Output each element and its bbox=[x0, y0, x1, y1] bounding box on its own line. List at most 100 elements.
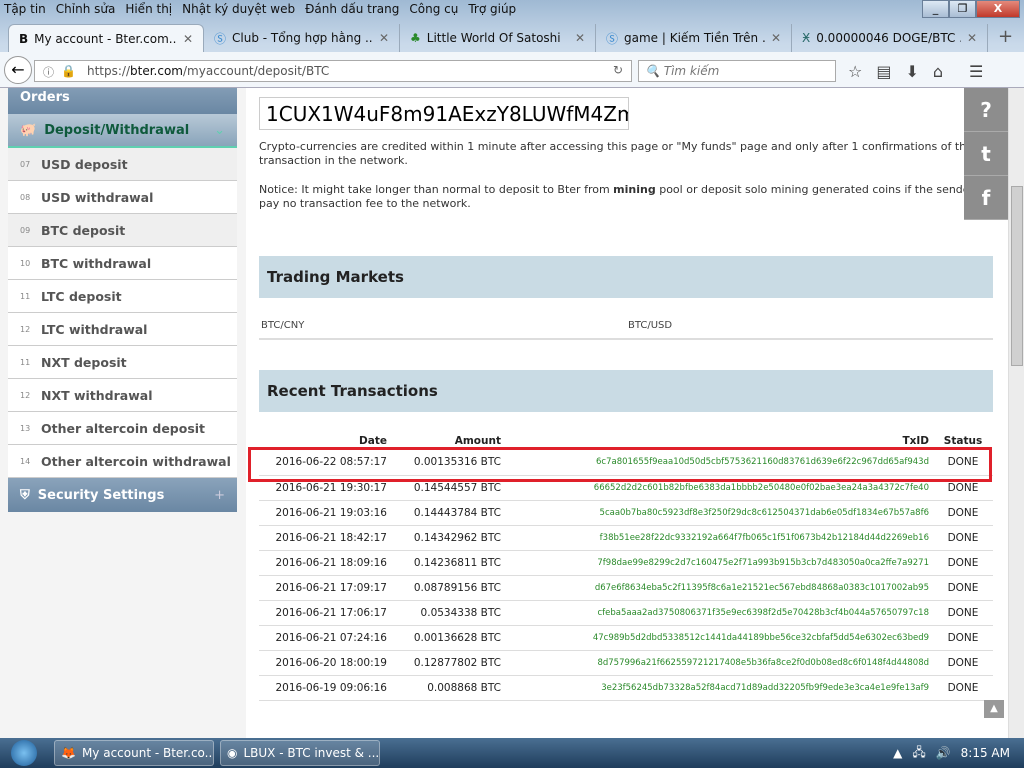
sidebar-item[interactable]: 14 Other altercoin withdrawal bbox=[8, 445, 237, 478]
close-tab-icon[interactable]: ✕ bbox=[575, 31, 585, 45]
chevron-down-icon: ⌄ bbox=[214, 122, 225, 138]
download-icon[interactable]: ⬇ bbox=[905, 62, 918, 81]
menu-edit[interactable]: Chỉnh sửa bbox=[56, 2, 116, 16]
toolbar-icons: ☆ ▤ ⬇ ⌂ ☰ bbox=[848, 62, 983, 81]
network-icon[interactable]: 🖧 bbox=[912, 743, 925, 764]
tx-id-link[interactable]: 7f98dae99e8299c2d7c160475e2f71a993b915b3… bbox=[505, 550, 933, 576]
table-row: 2016-06-21 18:09:16 0.14236811 BTC 7f98dae… bbox=[259, 550, 993, 576]
menu-bar: Tập tin Chỉnh sửa Hiển thị Nhật ký duyệt… bbox=[4, 2, 516, 16]
home-icon[interactable]: ⌂ bbox=[933, 62, 943, 81]
tab-strip: B My account - Bter.com... ✕ Ⓢ Club - Tổng … bbox=[8, 24, 1023, 52]
tx-id-link[interactable]: cfeba5aaa2ad3750806371f35e9ec6398f2d5e70… bbox=[505, 600, 933, 626]
menu-file[interactable]: Tập tin bbox=[4, 2, 46, 16]
tab-satoshi[interactable]: ♣ Little World Of Satoshi ✕ bbox=[400, 24, 596, 52]
sidebar-orders[interactable]: Orders bbox=[8, 88, 237, 114]
sidebar-item[interactable]: 12 NXT withdrawal bbox=[8, 379, 237, 412]
scrollbar-thumb[interactable] bbox=[1011, 186, 1023, 366]
tx-id-link[interactable]: d67e6f8634eba5c2f11395f8c6a1e21521ec567e… bbox=[505, 575, 933, 601]
shield-icon: ⛨ bbox=[20, 487, 30, 503]
tab-club[interactable]: Ⓢ Club - Tổng hợp hằng ... ✕ bbox=[204, 24, 400, 52]
tx-amount: 0.008868 BTC bbox=[391, 675, 505, 701]
page-scrollbar[interactable] bbox=[1008, 88, 1024, 738]
tab-game[interactable]: Ⓢgame | Kiếm Tiền Trên ... ✕ bbox=[596, 24, 792, 52]
info-icon[interactable]: ⓘ bbox=[43, 64, 54, 80]
close-tab-icon[interactable]: ✕ bbox=[771, 31, 781, 45]
close-tab-icon[interactable]: ✕ bbox=[183, 32, 193, 46]
exchange-icon: Ӿ bbox=[802, 31, 811, 45]
system-tray: ▲ 🖧 🔊 8:15 AM bbox=[893, 743, 1024, 764]
tx-id-link[interactable]: 47c989b5d2dbd5338512c1441da44189bbe56ce3… bbox=[505, 625, 933, 651]
back-button[interactable]: ← bbox=[4, 56, 32, 84]
tx-amount: 0.0534338 BTC bbox=[391, 600, 505, 626]
clock[interactable]: 8:15 AM bbox=[961, 746, 1010, 760]
item-number: 09 bbox=[20, 225, 31, 235]
table-row: 2016-06-21 18:42:17 0.14342962 BTC f38b51e… bbox=[259, 525, 993, 551]
market-btc-usd[interactable]: BTC/USD bbox=[626, 310, 993, 339]
close-window-button[interactable]: X bbox=[976, 0, 1020, 18]
url-bar[interactable]: ⓘ 🔒 https://bter.com/myaccount/deposit/B… bbox=[34, 60, 632, 82]
tx-status: DONE bbox=[933, 600, 993, 626]
sidebar-item[interactable]: 07 USD deposit bbox=[8, 148, 237, 181]
scroll-to-top-button[interactable]: ▲ bbox=[984, 700, 1004, 718]
menu-history[interactable]: Nhật ký duyệt web bbox=[182, 2, 295, 16]
taskbar: 🦊 My account - Bter.co... ◉ LBUX - BTC inv… bbox=[0, 738, 1024, 768]
start-button[interactable] bbox=[0, 738, 48, 768]
show-hidden-icons[interactable]: ▲ bbox=[893, 746, 902, 760]
windows-logo-icon bbox=[11, 740, 37, 766]
deposit-address-field[interactable]: 1CUX1W4uF8m91AExzY8LUWfM4Zmhc bbox=[259, 97, 629, 130]
tab-title: 0.00000046 DOGE/BTC ... bbox=[816, 31, 961, 45]
lock-icon: 🔒 bbox=[61, 64, 76, 78]
sidebar-item[interactable]: 11 LTC deposit bbox=[8, 280, 237, 313]
item-number: 12 bbox=[20, 390, 31, 400]
tab-title: Club - Tổng hợp hằng ... bbox=[232, 31, 373, 45]
facebook-icon[interactable]: f bbox=[964, 176, 1008, 220]
sidebar-item[interactable]: 12 LTC withdrawal bbox=[8, 313, 237, 346]
sidebar-item[interactable]: 10 BTC withdrawal bbox=[8, 247, 237, 280]
notice-text: Notice: It might take longer than normal… bbox=[259, 183, 614, 196]
menu-help[interactable]: Trợ giúp bbox=[468, 2, 516, 16]
market-btc-cny[interactable]: BTC/CNY bbox=[259, 310, 626, 339]
site-icon: Ⓢ bbox=[214, 31, 227, 46]
minimize-button[interactable]: _ bbox=[922, 0, 949, 18]
tab-bter[interactable]: B My account - Bter.com... ✕ bbox=[8, 24, 204, 52]
item-label: NXT deposit bbox=[41, 354, 127, 370]
sidebar-deposit-withdrawal[interactable]: 🐖 Deposit/Withdrawal ⌄ bbox=[8, 114, 237, 148]
tab-doge[interactable]: Ӿ 0.00000046 DOGE/BTC ... ✕ bbox=[792, 24, 988, 52]
tx-status: DONE bbox=[933, 675, 993, 701]
sidebar-item[interactable]: 09 BTC deposit bbox=[8, 214, 237, 247]
search-input[interactable]: 🔍 Tìm kiếm bbox=[638, 60, 836, 82]
maximize-button[interactable]: ❐ bbox=[949, 0, 976, 18]
reload-icon[interactable]: ↻ bbox=[613, 63, 623, 77]
reading-list-icon[interactable]: ▤ bbox=[876, 62, 891, 81]
menu-bookmarks[interactable]: Đánh dấu trang bbox=[305, 2, 399, 16]
close-tab-icon[interactable]: ✕ bbox=[379, 31, 389, 45]
tx-id-link[interactable]: 5caa0b7ba80c5923df8e3f250f29dc8c61250437… bbox=[505, 500, 933, 526]
item-label: BTC withdrawal bbox=[41, 255, 152, 271]
taskbar-firefox[interactable]: 🦊 My account - Bter.co... bbox=[54, 740, 214, 766]
url-prefix: https:// bbox=[87, 64, 131, 78]
taskbar-chrome[interactable]: ◉ LBUX - BTC invest & ... bbox=[220, 740, 380, 766]
tx-date: 2016-06-21 17:06:17 bbox=[259, 600, 391, 626]
tx-id-link[interactable]: 3e23f56245db73328a52f84acd71d89add32205f… bbox=[505, 675, 933, 701]
sidebar-item[interactable]: 08 USD withdrawal bbox=[8, 181, 237, 214]
tab-title: game | Kiếm Tiền Trên ... bbox=[624, 31, 765, 45]
tx-id-link[interactable]: 8d757996a21f662559721217408e5b36fa8ce2f0… bbox=[505, 650, 933, 676]
menu-view[interactable]: Hiển thị bbox=[125, 2, 172, 16]
tx-amount: 0.14342962 BTC bbox=[391, 525, 505, 551]
menu-hamburger-icon[interactable]: ☰ bbox=[969, 62, 983, 81]
sidebar-item[interactable]: 13 Other altercoin deposit bbox=[8, 412, 237, 445]
sidebar-security-settings[interactable]: ⛨ Security Settings + bbox=[8, 478, 237, 512]
twitter-icon[interactable]: t bbox=[964, 132, 1008, 176]
menu-tools[interactable]: Công cụ bbox=[409, 2, 458, 16]
tx-amount: 0.14443784 BTC bbox=[391, 500, 505, 526]
bookmark-star-icon[interactable]: ☆ bbox=[848, 62, 862, 81]
nav-bar: ← ⓘ 🔒 https://bter.com/myaccount/deposit… bbox=[0, 52, 1024, 88]
tx-id-link[interactable]: f38b51ee28f22dc9332192a664f7fb065c1f51f0… bbox=[505, 525, 933, 551]
new-tab-button[interactable]: + bbox=[988, 24, 1023, 52]
help-icon[interactable]: ? bbox=[964, 88, 1008, 132]
item-number: 08 bbox=[20, 192, 31, 202]
close-tab-icon[interactable]: ✕ bbox=[967, 31, 977, 45]
sidebar-item[interactable]: 11 NXT deposit bbox=[8, 346, 237, 379]
highlight-box bbox=[248, 447, 992, 482]
volume-icon[interactable]: 🔊 bbox=[936, 746, 951, 760]
